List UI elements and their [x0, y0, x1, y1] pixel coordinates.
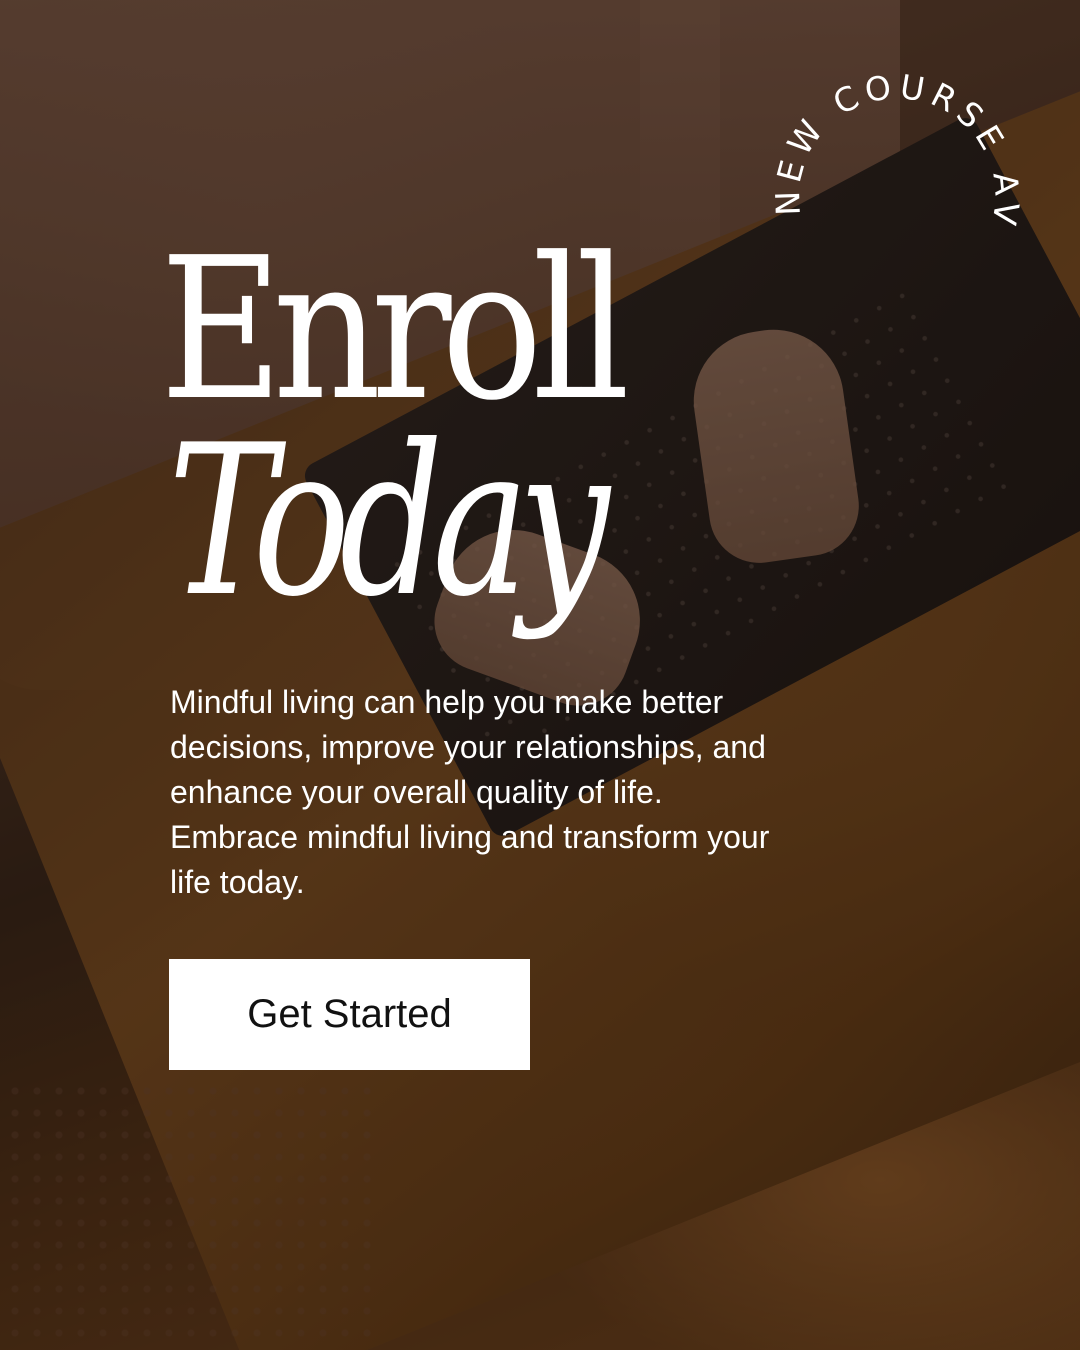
headline-today: Today	[168, 401, 610, 643]
get-started-button[interactable]: Get Started	[169, 959, 530, 1070]
badge-text: NEW COURSE AVAILABLE	[772, 70, 1022, 232]
promo-canvas: NEW COURSE AVAILABLE Enroll Today Mindfu…	[0, 0, 1080, 1350]
headline-enroll: Enroll	[160, 216, 630, 444]
description-text: Mindful living can help you make better …	[170, 684, 770, 900]
new-course-badge: NEW COURSE AVAILABLE	[772, 70, 1022, 232]
